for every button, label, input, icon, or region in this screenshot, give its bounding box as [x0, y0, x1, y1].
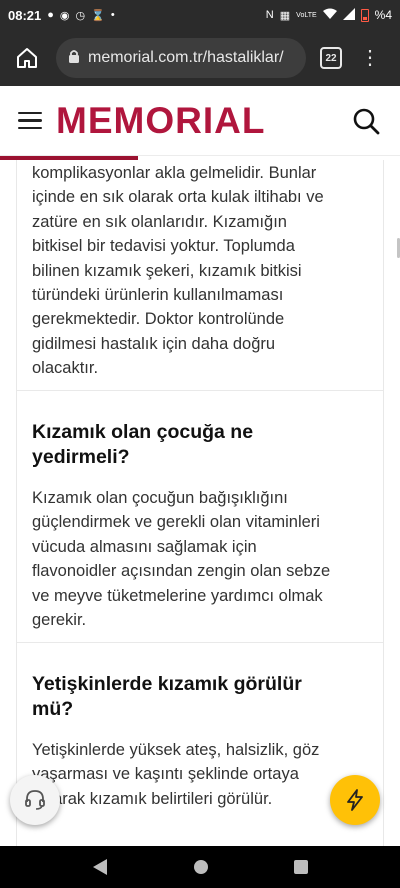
battery-percent: %4 [374, 8, 392, 22]
text-line: komplikasyonlar akla gelmelidir. Bunlar [32, 164, 317, 182]
browser-toolbar: memorial.com.tr/hastaliklar/ 22 ⋮ [0, 30, 400, 86]
section-heading: Kızamık olan çocuğa ne yedirmeli? [32, 420, 372, 469]
url-text: memorial.com.tr/hastaliklar/ [88, 49, 284, 66]
text-line: çıkarak kızamık belirtileri görülür. [32, 789, 273, 808]
text-line: olacaktır. [32, 359, 99, 378]
heading-line: Kızamık olan çocuğa ne [32, 421, 254, 443]
volte-icon: VoLTE [296, 11, 317, 19]
headset-icon [25, 790, 45, 810]
hourglass-icon: ⌛ [91, 9, 105, 22]
message-icon: ● [47, 9, 54, 21]
search-button[interactable] [350, 105, 382, 137]
facebook-icon: ◉ [59, 9, 70, 22]
text-line: ve meyve tüketmelerine yardımcı olmak [32, 586, 323, 605]
nfc-icon: N [265, 9, 274, 21]
section-divider [17, 390, 383, 391]
text-line: bilinen kızamık şekeri, kızamık bitkisi [32, 261, 302, 280]
section-heading: Yetişkinlerde kızamık görülür mü? [32, 672, 372, 721]
more-menu-button[interactable]: ⋮ [360, 48, 380, 68]
text-line: güçlendirmek ve gerekli olan vitaminleri [32, 513, 320, 532]
text-line: Yetişkinlerde yüksek ateş, halsizlik, gö… [32, 741, 320, 759]
vibrate-icon: ▦ [279, 9, 291, 22]
system-icons: N ▦ VoLTE %4 [265, 7, 392, 23]
text-line: içinde en sık olarak orta kulak iltihabı… [32, 188, 324, 207]
text-line: vücuda almasını sağlamak için [32, 537, 257, 556]
text-line: Kızamık olan çocuğun bağışıklığını [32, 489, 288, 507]
text-line: gidilmesi hastalık için daha doğru [32, 334, 276, 353]
text-line: flavonoidler açısından zengin olan sebze [32, 562, 331, 581]
wifi-icon [322, 8, 337, 23]
home-nav-icon[interactable] [193, 859, 209, 875]
alarm-icon: ◷ [75, 9, 86, 22]
text-line: zatüre en sık olanlarıdır. Kızamığın [32, 212, 287, 231]
more-vert-icon: ⋮ [360, 47, 380, 69]
text-line: yaşarması ve kaşıntı şeklinde ortaya [32, 765, 299, 784]
recents-icon[interactable] [293, 860, 308, 874]
site-logo[interactable]: MEMORIAL [56, 100, 265, 142]
status-time: 08:21 [8, 7, 42, 23]
url-bar[interactable]: memorial.com.tr/hastaliklar/ [56, 38, 306, 78]
back-icon[interactable] [92, 858, 108, 876]
dot-icon: • [110, 9, 115, 21]
status-bar: 08:21 ● ◉ ◷ ⌛ • N ▦ VoLTE %4 [0, 0, 400, 30]
article-paragraph: komplikasyonlar akla gelmelidir. Bunlar … [32, 161, 372, 381]
quick-action-button[interactable] [330, 775, 380, 825]
support-chat-button[interactable] [10, 775, 60, 825]
home-icon [17, 48, 37, 68]
text-line: türündeki ürünlerin kullanılmaması [32, 286, 284, 305]
text-line: gerekmektedir. Doktor kontrolünde [32, 310, 285, 329]
heading-line: mü? [32, 697, 74, 720]
search-icon [353, 108, 380, 134]
notification-icons: ● ◉ ◷ ⌛ • [47, 9, 114, 22]
lock-icon [68, 49, 80, 68]
text-line: bitkisel bir tedavisi yoktur. Toplumda [32, 237, 295, 256]
menu-icon[interactable] [18, 111, 42, 130]
section-divider [17, 642, 383, 643]
signal-icon [342, 7, 355, 23]
article-content: komplikasyonlar akla gelmelidir. Bunlar … [16, 160, 384, 846]
system-navigation-bar [0, 846, 400, 888]
article-paragraph: Kızamık olan çocuğun bağışıklığını güçle… [32, 486, 372, 632]
tab-switcher-button[interactable]: 22 [320, 47, 342, 69]
battery-low-icon [360, 8, 369, 22]
text-line: gerekir. [32, 611, 87, 630]
home-button[interactable] [10, 41, 44, 75]
heading-line: yedirmeli? [32, 445, 130, 468]
heading-line: Yetişkinlerde kızamık görülür [32, 673, 302, 695]
lightning-icon [347, 789, 363, 811]
article-paragraph: Yetişkinlerde yüksek ateş, halsizlik, gö… [32, 738, 372, 811]
site-header: MEMORIAL [0, 86, 400, 156]
